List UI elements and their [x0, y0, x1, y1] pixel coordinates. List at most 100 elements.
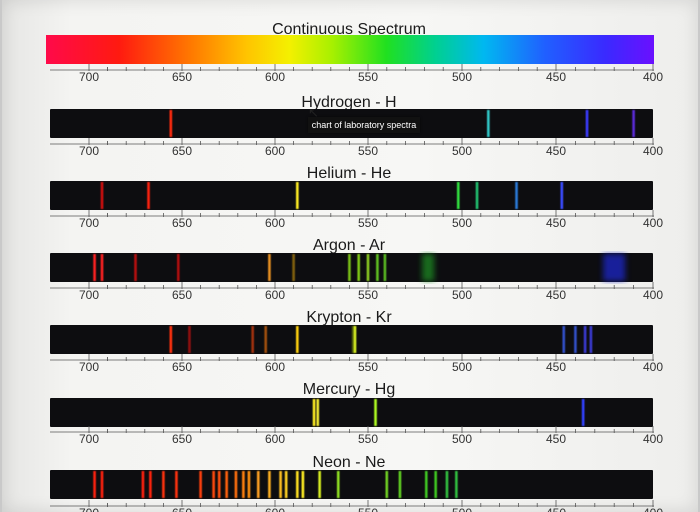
emission-line: [581, 399, 585, 426]
emission-line: [199, 471, 202, 498]
tick-label: 450: [546, 144, 566, 158]
emission-line: [383, 254, 387, 281]
tick-label: 600: [265, 288, 285, 302]
tick-label: 600: [265, 506, 285, 512]
emission-line: [100, 254, 104, 281]
tick-label: 600: [265, 70, 285, 84]
emission-line: [242, 471, 245, 498]
emission-line: [475, 182, 479, 209]
emission-line: [268, 254, 271, 281]
emission-line: [398, 471, 402, 498]
tick-label: 500: [452, 432, 472, 446]
emission-line: [632, 110, 635, 137]
tick-label: 400: [643, 144, 663, 158]
emission-line: [353, 326, 357, 353]
tick-label: 400: [643, 70, 663, 84]
emission-line: [247, 471, 251, 498]
emission-line: [603, 254, 626, 281]
emission-line: [296, 471, 299, 498]
tick-label: 650: [172, 432, 192, 446]
emission-line: [169, 326, 173, 353]
tick-label: 700: [79, 70, 99, 84]
tick-label: 700: [79, 506, 99, 512]
tick-label: 450: [546, 70, 566, 84]
panel-title-neon-ne: Neon - Ne: [313, 454, 386, 471]
emission-line: [212, 471, 215, 498]
tick-label: 500: [452, 216, 472, 230]
emission-line: [589, 326, 593, 353]
emission-line: [134, 254, 137, 281]
emission-line: [162, 471, 165, 498]
emission-line: [268, 471, 271, 498]
emission-line: [585, 110, 589, 137]
tick-label: 600: [265, 432, 285, 446]
emission-line: [374, 399, 377, 426]
emission-line: [188, 326, 191, 353]
emission-line: [574, 326, 577, 353]
cursor-icon: ↖: [308, 105, 319, 120]
emission-line: [456, 182, 460, 209]
tick-label: 450: [546, 288, 566, 302]
tick-label: 550: [358, 506, 378, 512]
spectrum-bar-neon-ne: [50, 470, 653, 499]
tick-label: 450: [546, 506, 566, 512]
tick-label: 700: [79, 360, 99, 374]
emission-line: [366, 254, 370, 281]
emission-line: [560, 182, 564, 209]
emission-line: [487, 110, 490, 137]
emission-line: [515, 182, 518, 209]
emission-line: [100, 471, 104, 498]
tick-label: 550: [358, 288, 378, 302]
tick-label: 550: [358, 360, 378, 374]
emission-line: [583, 326, 587, 353]
emission-line: [234, 471, 238, 498]
emission-line: [279, 471, 282, 498]
emission-line: [251, 326, 254, 353]
panel-title-krypton-kr: Krypton - Kr: [306, 309, 392, 326]
tick-label: 400: [643, 360, 663, 374]
emission-line: [376, 254, 379, 281]
emission-line: [256, 471, 260, 498]
emission-line: [264, 326, 267, 353]
tick-label: 450: [546, 360, 566, 374]
emission-line: [348, 254, 351, 281]
emission-line: [562, 326, 566, 353]
spectra-chart: Continuous Spectrum700 650 600 550 500 450 400…: [46, 21, 663, 512]
tick-label: 650: [172, 288, 192, 302]
emission-line: [175, 471, 178, 498]
spectrum-bar-mercury-hg: [50, 398, 653, 427]
emission-line: [357, 254, 360, 281]
emission-line: [147, 182, 150, 209]
emission-line: [434, 471, 437, 498]
tick-label: 600: [265, 144, 285, 158]
emission-line: [316, 399, 320, 426]
tick-label: 700: [79, 432, 99, 446]
emission-line: [312, 399, 316, 426]
tick-label: 500: [452, 506, 472, 512]
tick-label: 500: [452, 144, 472, 158]
tick-label: 700: [79, 216, 99, 230]
tick-label: 700: [79, 288, 99, 302]
tick-label: 650: [172, 70, 192, 84]
tick-label: 650: [172, 506, 192, 512]
panel-title-mercury-hg: Mercury - Hg: [303, 381, 395, 398]
emission-line: [455, 471, 458, 498]
tick-label: 500: [452, 360, 472, 374]
tick-label: 400: [643, 216, 663, 230]
emission-line: [284, 471, 288, 498]
emission-line: [424, 471, 428, 498]
emission-line: [225, 471, 228, 498]
emission-line: [422, 254, 435, 281]
tick-label: 450: [546, 216, 566, 230]
tick-label: 400: [643, 288, 663, 302]
tick-label: 400: [643, 506, 663, 512]
tick-label: 450: [546, 432, 566, 446]
tick-label: 400: [643, 432, 663, 446]
emission-line: [296, 326, 299, 353]
emission-line: [141, 471, 145, 498]
tick-label: 650: [172, 144, 192, 158]
panel-title-argon-ar: Argon - Ar: [313, 237, 386, 254]
emission-line: [93, 254, 96, 281]
tick-label: 650: [172, 216, 192, 230]
tick-label: 550: [358, 70, 378, 84]
